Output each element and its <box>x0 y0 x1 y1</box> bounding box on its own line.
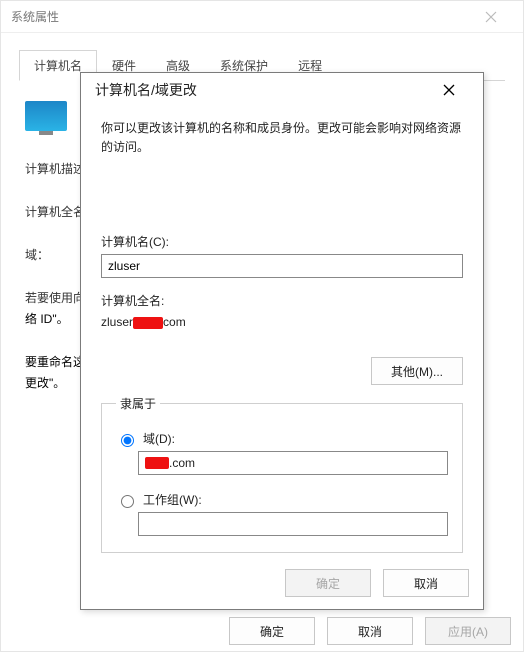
domain-value-suffix: .com <box>169 456 195 470</box>
computer-name-label: 计算机名(C): <box>101 233 463 250</box>
parent-title: 系统属性 <box>11 8 59 25</box>
dialog-body: 你可以更改该计算机的名称和成员身份。更改可能会影响对网络资源的访问。 计算机名(… <box>81 107 483 577</box>
workgroup-radio-label: 工作组(W): <box>143 491 202 508</box>
redacted-text <box>133 317 163 329</box>
close-icon <box>443 84 455 96</box>
workgroup-input[interactable] <box>138 512 448 536</box>
dialog-close-button[interactable] <box>429 76 469 104</box>
dialog-ok-button[interactable]: 确定 <box>285 569 371 597</box>
domain-radio-label: 域(D): <box>143 430 175 447</box>
workgroup-radio[interactable] <box>121 495 134 508</box>
workgroup-radio-row: 工作组(W): <box>116 491 448 508</box>
domain-radio[interactable] <box>121 434 134 447</box>
member-of-legend: 隶属于 <box>116 395 160 412</box>
dialog-description: 你可以更改该计算机的名称和成员身份。更改可能会影响对网络资源的访问。 <box>101 119 463 157</box>
dialog-titlebar: 计算机名/域更改 <box>81 73 483 107</box>
parent-close-button[interactable] <box>468 1 513 33</box>
member-of-group: 隶属于 域(D): .com 工作组(W): <box>101 395 463 553</box>
parent-ok-button[interactable]: 确定 <box>229 617 315 645</box>
redacted-text <box>145 457 169 469</box>
full-computer-name-label: 计算机全名: <box>101 292 463 309</box>
domain-radio-row: 域(D): <box>116 430 448 447</box>
computer-icon <box>25 101 67 131</box>
dialog-cancel-button[interactable]: 取消 <box>383 569 469 597</box>
domain-input[interactable]: .com <box>138 451 448 475</box>
parent-cancel-button[interactable]: 取消 <box>327 617 413 645</box>
full-name-suffix: com <box>163 315 186 329</box>
parent-apply-button[interactable]: 应用(A) <box>425 617 511 645</box>
parent-titlebar: 系统属性 <box>1 1 523 33</box>
other-button[interactable]: 其他(M)... <box>371 357 463 385</box>
parent-button-row: 确定 取消 应用(A) <box>229 617 511 645</box>
dialog-button-row: 确定 取消 <box>285 569 469 597</box>
computer-name-domain-dialog: 计算机名/域更改 你可以更改该计算机的名称和成员身份。更改可能会影响对网络资源的… <box>80 72 484 610</box>
full-computer-name-value: zluser com <box>101 315 463 329</box>
full-name-prefix: zluser <box>101 315 133 329</box>
dialog-title: 计算机名/域更改 <box>95 80 197 100</box>
computer-name-input[interactable] <box>101 254 463 278</box>
